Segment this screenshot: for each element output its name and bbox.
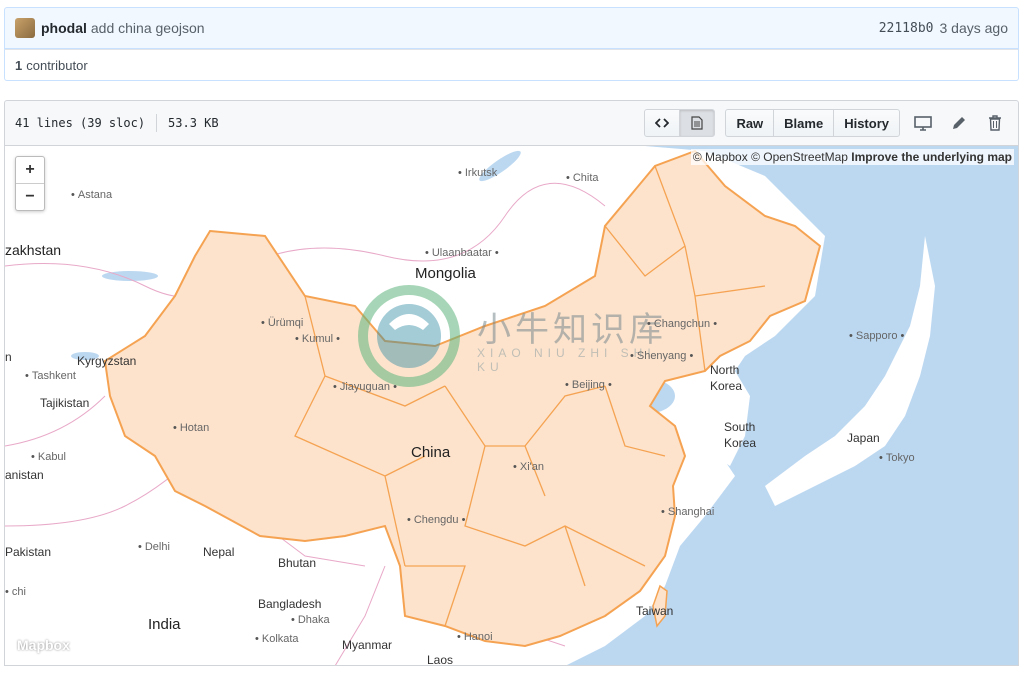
- code-view-button[interactable]: [644, 109, 681, 137]
- file-lines: 41 lines (39 sloc): [15, 116, 146, 130]
- map-label-astana: Astana: [71, 189, 112, 201]
- map-label-bhutan: Bhutan: [278, 556, 317, 570]
- map-label-laos: Laos: [427, 653, 454, 666]
- watermark-text: 小牛知识库: [477, 311, 667, 349]
- commit-time: 3 days ago: [939, 20, 1009, 36]
- improve-map-link[interactable]: Improve the underlying map: [851, 150, 1012, 164]
- map-label-shenyang: Shenyang: [630, 350, 693, 362]
- file-header: 41 lines (39 sloc) 53.3 KB Raw Blame His…: [4, 100, 1019, 146]
- raw-button[interactable]: Raw: [725, 109, 775, 137]
- open-desktop-button[interactable]: [910, 109, 936, 137]
- geojson-map[interactable]: 小牛知识库 XIAO NIU ZHI SHI KU + − © Mapbox ©…: [4, 146, 1019, 666]
- trash-icon: [989, 115, 1001, 131]
- map-label-afghanistan: anistan: [5, 468, 44, 482]
- divider: [156, 114, 158, 132]
- contributors-bar[interactable]: 1 contributor: [4, 49, 1019, 81]
- pencil-icon: [953, 117, 965, 129]
- map-label-north-korea-1: North: [710, 363, 740, 377]
- map-label-dhaka: Dhaka: [291, 614, 330, 626]
- map-label-irkutsk: Irkutsk: [458, 167, 497, 179]
- map-label-nepal: Nepal: [203, 545, 235, 559]
- map-label-kabul: Kabul: [31, 451, 66, 463]
- contributor-count: 1: [15, 57, 23, 73]
- map-label-ulaanbaatar: Ulaanbaatar: [425, 247, 499, 259]
- raw-blame-history-group: Raw Blame History: [725, 109, 900, 137]
- commit-author-link[interactable]: phodal: [41, 20, 87, 36]
- edit-file-button[interactable]: [946, 109, 972, 137]
- watermark-logo-icon: [358, 285, 460, 387]
- map-label-north-korea-2: Korea: [710, 379, 743, 393]
- osm-attribution-link[interactable]: © OpenStreetMap: [751, 150, 848, 164]
- blame-button[interactable]: Blame: [773, 109, 835, 137]
- commit-meta: 22118b0 3 days ago: [879, 20, 1008, 36]
- map-label-hanoi: Hanoi: [457, 631, 493, 643]
- map-label-south-korea-1: South: [724, 420, 756, 434]
- map-label-tajikistan: Tajikistan: [40, 396, 90, 410]
- file-actions: Raw Blame History: [644, 109, 1008, 137]
- map-label-pakistan: Pakistan: [5, 545, 52, 559]
- desktop-icon: [914, 116, 932, 131]
- map-label-jiayuguan: Jiayuguan: [333, 381, 397, 393]
- map-label-china: China: [411, 444, 451, 461]
- map-label-beijing: Beijing: [565, 379, 612, 391]
- map-label-kolkata: Kolkata: [255, 633, 299, 645]
- map-label-delhi: Delhi: [138, 541, 170, 553]
- map-label-tokyo: Tokyo: [879, 452, 915, 464]
- file-size: 53.3 KB: [168, 116, 219, 130]
- map-label-xian: Xi'an: [513, 461, 544, 473]
- delete-file-button[interactable]: [982, 109, 1008, 137]
- map-label-myanmar: Myanmar: [342, 638, 393, 652]
- zoom-out-button[interactable]: −: [16, 183, 44, 210]
- mapbox-attribution-link[interactable]: © Mapbox: [693, 150, 748, 164]
- map-label-chengdu: Chengdu: [407, 514, 465, 526]
- map-label-sapporo: Sapporo: [849, 330, 904, 342]
- watermark: 小牛知识库 XIAO NIU ZHI SHI KU: [357, 284, 687, 394]
- code-icon: [655, 118, 670, 128]
- zoom-in-button[interactable]: +: [16, 157, 44, 183]
- map-label-bangladesh: Bangladesh: [258, 597, 322, 611]
- map-label-shanghai: Shanghai: [661, 506, 715, 518]
- map-canvas[interactable]: [5, 146, 1019, 666]
- history-button[interactable]: History: [833, 109, 900, 137]
- file-icon: [691, 116, 704, 130]
- map-label-taiwan: Taiwan: [636, 604, 674, 618]
- map-label-changchun: Changchun: [647, 318, 717, 330]
- map-label-chita: Chita: [566, 172, 599, 184]
- map-label-hotan: Hotan: [173, 422, 209, 434]
- commit-sha-link[interactable]: 22118b0: [879, 21, 934, 36]
- avatar[interactable]: [15, 18, 35, 38]
- map-label-kyrgyzstan: Kyrgyzstan: [77, 354, 137, 368]
- map-label-kumul: Kumul: [295, 333, 340, 345]
- contributor-label: contributor: [26, 57, 88, 73]
- zoom-control: + −: [15, 156, 45, 211]
- map-label-kazakhstan: zakhstan: [5, 242, 62, 258]
- map-label-india: India: [148, 616, 181, 633]
- commit-message-link[interactable]: add china geojson: [91, 20, 205, 36]
- map-label-urumqi: Ürümqi: [261, 317, 303, 329]
- commit-bar: phodal add china geojson 22118b0 3 days …: [4, 7, 1019, 49]
- map-label-partial-n: n: [5, 350, 12, 364]
- map-label-japan: Japan: [847, 431, 880, 445]
- map-attribution: © Mapbox © OpenStreetMap Improve the und…: [690, 149, 1014, 165]
- rendered-view-button[interactable]: [679, 109, 716, 137]
- map-label-mongolia: Mongolia: [415, 265, 476, 282]
- view-toggle: [644, 109, 716, 137]
- mapbox-logo[interactable]: Mapbox: [17, 637, 70, 653]
- file-info: 41 lines (39 sloc) 53.3 KB: [15, 114, 219, 132]
- map-label-south-korea-2: Korea: [724, 436, 757, 450]
- map-label-partial-chi: chi: [5, 586, 26, 598]
- map-label-tashkent: Tashkent: [25, 370, 76, 382]
